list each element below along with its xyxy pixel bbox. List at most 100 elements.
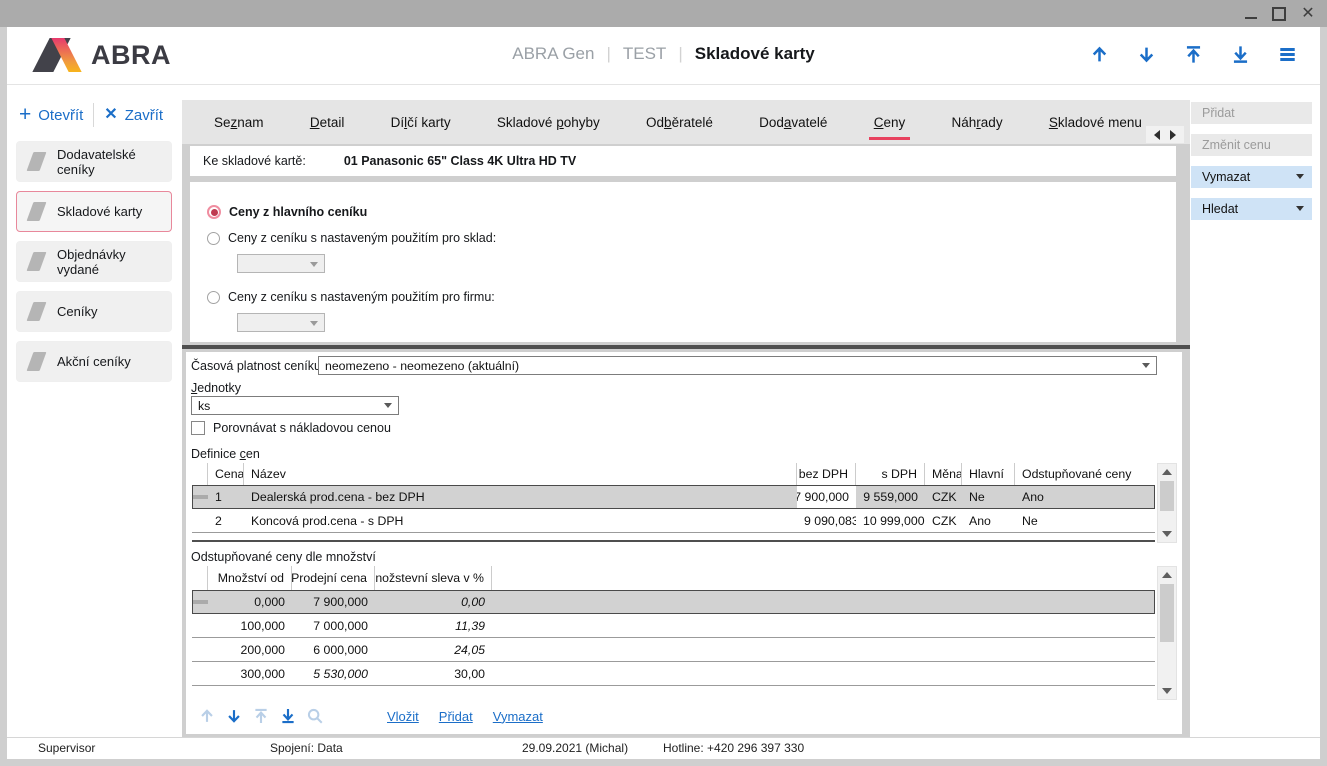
tab[interactable]: Skladové menu [1049, 115, 1142, 130]
action-button[interactable]: Vymazat [1191, 166, 1312, 188]
row-selector[interactable] [192, 495, 208, 499]
hotline-label: Hotline: +420 296 397 330 [663, 741, 804, 755]
maximize-icon[interactable] [1272, 7, 1286, 21]
scroll-down-icon[interactable] [1158, 526, 1176, 542]
units-select[interactable]: ks [191, 396, 399, 415]
table-row[interactable]: 1 Dealerská prod.cena - bez DPH 7 900,00… [192, 485, 1155, 509]
divider [93, 103, 94, 127]
tab[interactable]: Skladové pohyby [497, 115, 600, 130]
nav-last-icon[interactable] [279, 707, 297, 725]
tab[interactable]: Seznam [214, 115, 264, 130]
content-panel: Seznam Detail Dílčí karty Skladové pohyby Od… [182, 100, 1190, 738]
sidebar-item[interactable]: Skladové karty [16, 191, 172, 232]
table-row[interactable]: 2 Koncová prod.cena - s DPH 9 090,083 10… [192, 509, 1155, 533]
pricelist-select [237, 313, 325, 332]
window-controls: ✕ [1245, 0, 1315, 27]
radio-icon[interactable] [207, 291, 220, 304]
module-icon [27, 252, 47, 271]
price-source-radio[interactable]: Ceny z ceníku s nastaveným použitím pro … [207, 287, 1176, 307]
scroll-down-icon[interactable] [1158, 683, 1176, 699]
sidebar-item[interactable]: Akční ceníky [16, 341, 172, 382]
tab[interactable]: Dílčí karty [391, 115, 451, 130]
scroll-up-icon[interactable] [1158, 464, 1176, 480]
breadcrumb-app: ABRA Gen [512, 44, 594, 63]
table-row[interactable]: 200,000 6 000,000 24,05 [192, 638, 1155, 662]
qty-table-caption: Odstupňované ceny dle množství [191, 550, 376, 564]
card-ref-label: Ke skladové kartě: [203, 154, 306, 168]
units-label: Jednotky [191, 381, 241, 395]
chevron-down-icon [1296, 206, 1304, 211]
price-table-header: Cena Název bez DPH s DPH Měna Hlavní Ods… [192, 463, 1155, 485]
close-icon[interactable]: ✕ [1301, 7, 1315, 21]
price-table-scrollbar[interactable] [1157, 463, 1177, 543]
action-button[interactable]: Hledat [1191, 198, 1312, 220]
move-last-icon[interactable] [1230, 44, 1251, 65]
module-icon [27, 152, 47, 171]
chevron-down-icon [384, 403, 392, 408]
plus-icon: + [19, 107, 31, 123]
col-cena: Cena [208, 463, 244, 485]
col-sleva: Množstevní sleva v % [375, 566, 492, 590]
table-row[interactable]: 300,000 5 530,000 30,00 [192, 662, 1155, 686]
sidebar-item[interactable]: Ceníky [16, 291, 172, 332]
user-label: Supervisor [38, 741, 95, 755]
tab[interactable]: Detail [310, 115, 345, 130]
table-action-link[interactable]: Vložit [387, 709, 419, 724]
move-first-icon[interactable] [1183, 44, 1204, 65]
table-action-link[interactable]: Přidat [439, 709, 473, 724]
card-ref-value: 01 Panasonic 65" Class 4K Ultra HD TV [344, 154, 576, 168]
scroll-up-icon[interactable] [1158, 567, 1176, 583]
tab-bar: Seznam Detail Dílčí karty Skladové pohyby Od… [182, 100, 1190, 144]
row-selector[interactable] [192, 648, 208, 652]
menu-icon[interactable] [1277, 44, 1298, 65]
status-bar: Supervisor Spojení: Data 29.09.2021 (Mic… [7, 737, 1320, 759]
chevron-down-icon [1142, 363, 1150, 368]
tab[interactable]: Ceny [874, 115, 906, 130]
col-mnozstvi-od: Množství od [208, 566, 292, 590]
tab[interactable]: Odběratelé [646, 115, 713, 130]
col-bez-dph: bez DPH [797, 463, 856, 485]
action-button[interactable]: Přidat [1191, 102, 1312, 124]
nav-up-icon [198, 707, 216, 725]
radio-icon[interactable] [207, 232, 220, 245]
row-selector[interactable] [192, 624, 208, 628]
radio-icon[interactable] [207, 205, 221, 219]
action-button[interactable]: Změnit cenu [1191, 134, 1312, 156]
tab[interactable]: Náhrady [952, 115, 1003, 130]
col-s-dph: s DPH [856, 463, 925, 485]
validity-select[interactable]: neomezeno - neomezeno (aktuální) [318, 356, 1157, 375]
table-action-link[interactable]: Vymazat [493, 709, 543, 724]
tab-scroll-left-icon[interactable] [1154, 130, 1160, 140]
search-icon [306, 707, 324, 725]
col-hlavni: Hlavní [962, 463, 1015, 485]
tab-scroll-right-icon[interactable] [1170, 130, 1176, 140]
sidebar-item[interactable]: Objednávky vydané [16, 241, 172, 282]
chevron-down-icon [1296, 174, 1304, 179]
compare-cost-checkbox[interactable] [191, 421, 205, 435]
row-selector[interactable] [192, 519, 208, 523]
page-title: Skladové karty [695, 44, 815, 63]
breadcrumb-env: TEST [623, 44, 666, 63]
price-source-radio[interactable]: Ceny z ceníku s nastaveným použitím pro … [207, 228, 1176, 248]
price-source-radio[interactable]: Ceny z hlavního ceníku [207, 202, 1176, 222]
scrollbar-thumb[interactable] [1160, 481, 1174, 511]
open-button[interactable]: +Otevřít [19, 107, 83, 124]
scrollbar-thumb[interactable] [1160, 584, 1174, 642]
move-down-icon[interactable] [1136, 44, 1157, 65]
panel-splitter[interactable] [182, 345, 1190, 349]
nav-first-icon [252, 707, 270, 725]
pricelist-select [237, 254, 325, 273]
table-row[interactable]: 100,000 7 000,000 11,39 [192, 614, 1155, 638]
qty-table-scrollbar[interactable] [1157, 566, 1177, 700]
row-selector[interactable] [192, 672, 208, 676]
sidebar: +Otevřít ✕Zavřít Dodavatelské ceníky Skl… [7, 85, 180, 737]
tab[interactable]: Dodavatelé [759, 115, 827, 130]
sidebar-item[interactable]: Dodavatelské ceníky [16, 141, 172, 182]
row-selector[interactable] [192, 600, 208, 604]
qty-table-header: Množství od Prodejní cena Množstevní sle… [192, 566, 1155, 590]
table-row[interactable]: 0,000 7 900,000 0,00 [192, 590, 1155, 614]
close-module-button[interactable]: ✕Zavřít [104, 107, 163, 124]
minimize-icon[interactable] [1245, 8, 1257, 19]
move-up-icon[interactable] [1089, 44, 1110, 65]
nav-down-icon[interactable] [225, 707, 243, 725]
